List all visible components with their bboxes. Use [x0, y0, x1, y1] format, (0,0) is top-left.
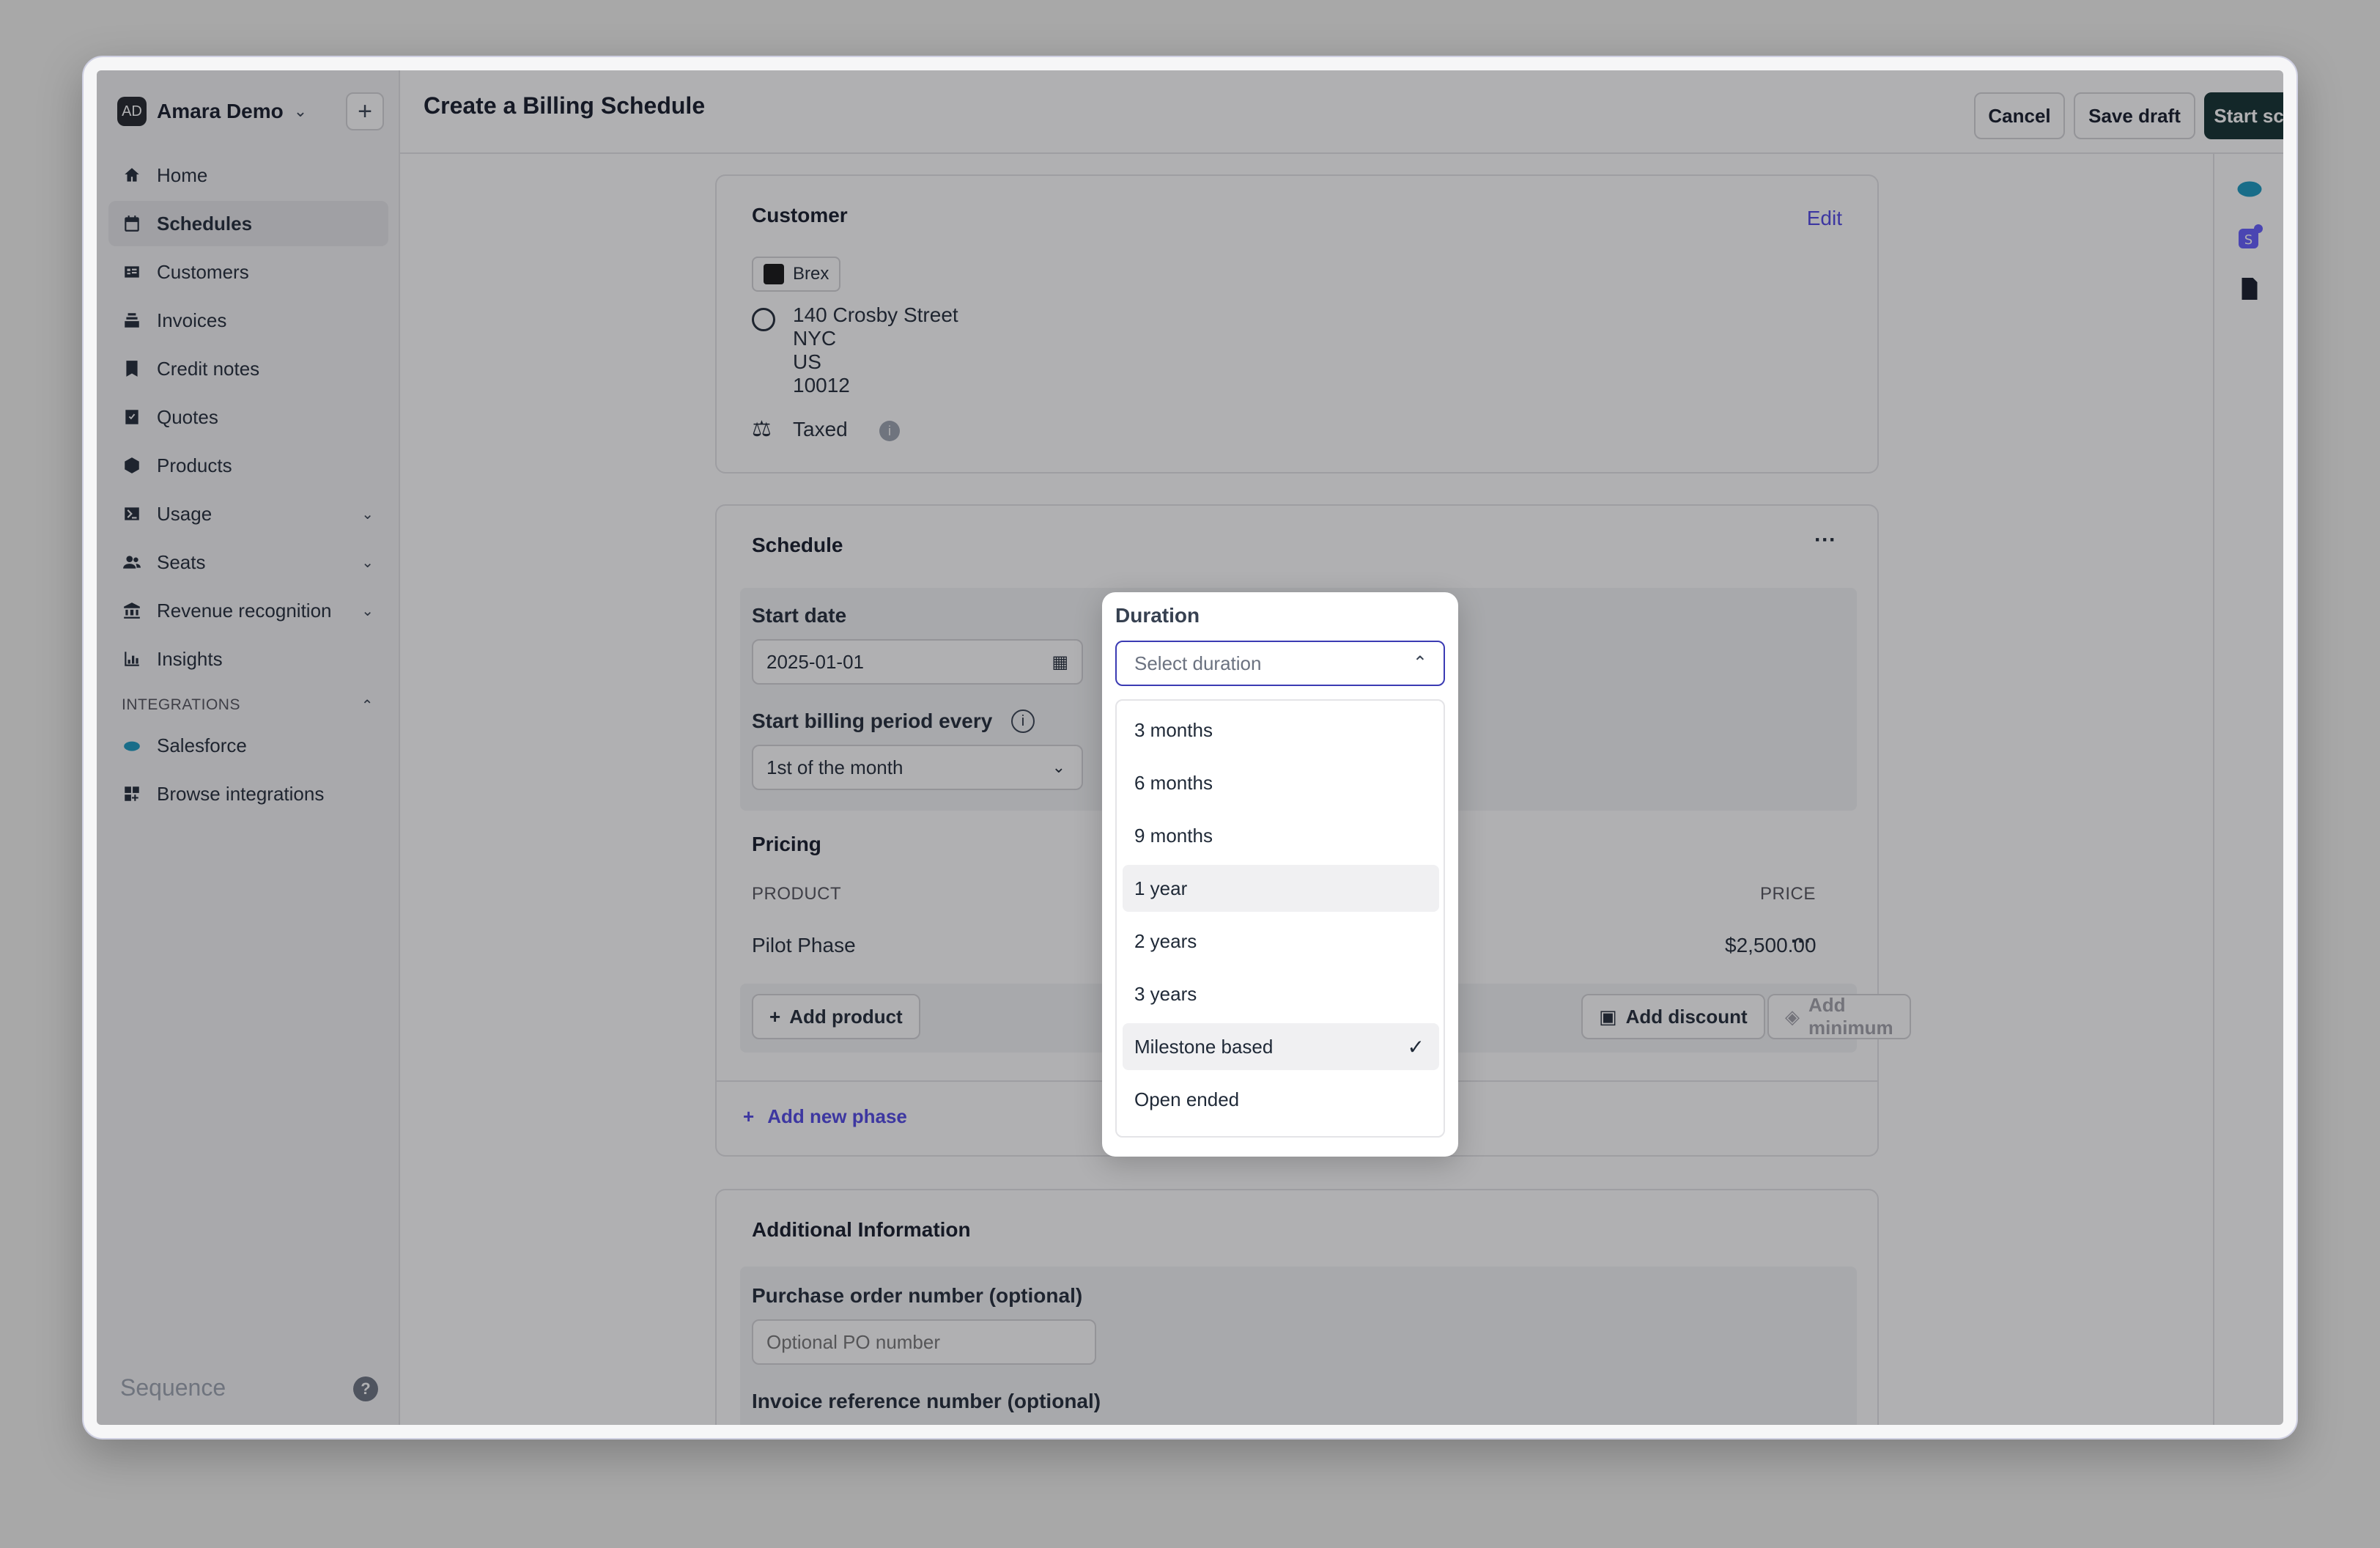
duration-label: Duration — [1115, 604, 1200, 627]
duration-option-selected[interactable]: Milestone based ✓ — [1123, 1023, 1439, 1070]
duration-option[interactable]: 1 year — [1123, 865, 1439, 912]
duration-placeholder: Select duration — [1134, 652, 1262, 674]
duration-select[interactable]: Select duration ⌃ — [1115, 641, 1445, 686]
duration-option[interactable]: 3 months — [1123, 707, 1439, 753]
duration-options-list: 3 months 6 months 9 months 1 year 2 year… — [1115, 699, 1445, 1138]
duration-option[interactable]: 6 months — [1123, 759, 1439, 806]
duration-option[interactable]: 3 years — [1123, 970, 1439, 1017]
duration-option[interactable]: 9 months — [1123, 812, 1439, 859]
checkmark-icon: ✓ — [1407, 1035, 1424, 1058]
duration-option[interactable]: Open ended — [1123, 1076, 1439, 1123]
duration-dropdown: Duration Select duration ⌃ 3 months 6 mo… — [1102, 592, 1458, 1157]
duration-option[interactable]: 2 years — [1123, 918, 1439, 965]
chevron-up-icon: ⌃ — [1412, 653, 1427, 673]
